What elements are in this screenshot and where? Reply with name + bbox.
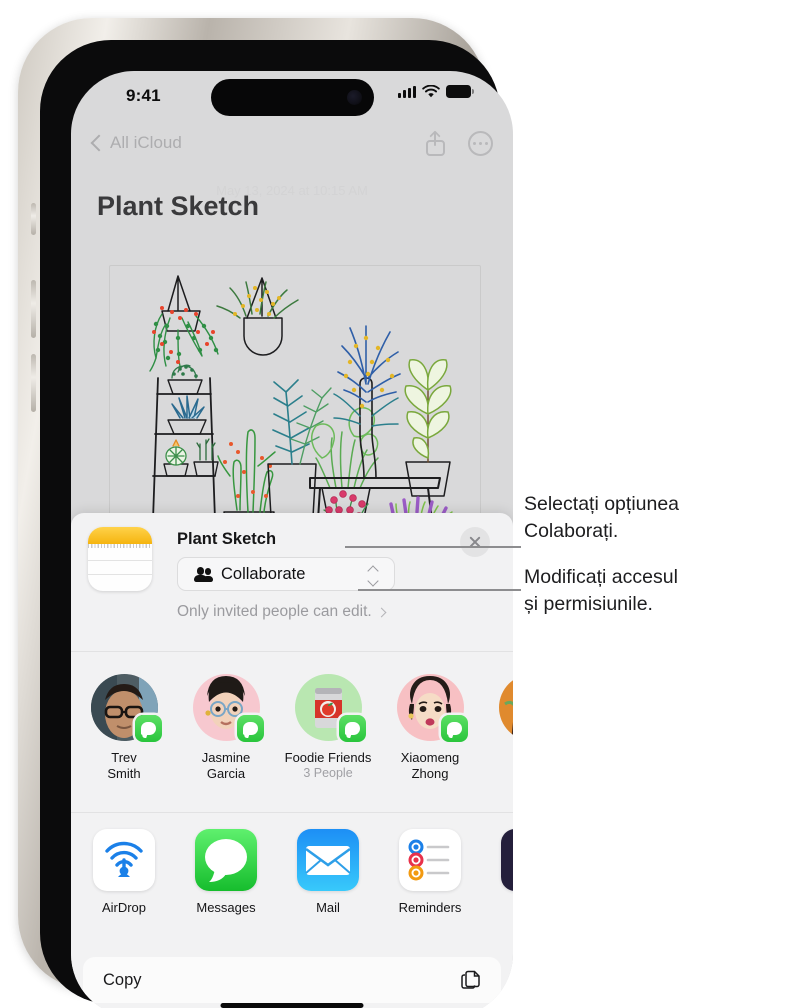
app-label: Mail: [316, 900, 340, 915]
battery-icon: [446, 85, 475, 98]
front-camera-icon: [347, 90, 362, 105]
callout-line-1: Selectați opțiunea: [524, 493, 680, 515]
avatar: [396, 674, 468, 742]
phone-frame: 9:41 All iCloud May 13, 2024 at 10:15 AM…: [18, 18, 513, 1008]
callout-line-2: și permisiunile.: [524, 593, 653, 615]
share-apps-row[interactable]: AirDrop Messages Mail Reminders: [71, 813, 513, 941]
messages-badge-icon: [338, 715, 366, 742]
contact-subtitle: 3 People: [303, 765, 353, 780]
share-target-journal[interactable]: J: [481, 829, 513, 915]
chevron-left-icon: [90, 134, 108, 152]
share-sheet-title: Plant Sketch: [177, 530, 277, 548]
contact-name-line1: Xiaomeng: [400, 750, 460, 765]
app-label: AirDrop: [101, 900, 147, 915]
app-label: Reminders: [398, 900, 462, 915]
home-indicator[interactable]: [220, 1002, 364, 1008]
callout-collaborate: Selectați opțiunea Colaborați.: [524, 491, 784, 545]
copy-action-row[interactable]: Copy: [83, 957, 501, 1003]
avatar: [192, 674, 264, 742]
messages-badge-icon: [440, 715, 468, 742]
status-bar-time: 9:41: [126, 86, 161, 105]
callout-line-2: Colaborați.: [524, 520, 619, 542]
volume-down-button[interactable]: [31, 354, 36, 412]
chevron-up-down-icon: [368, 566, 379, 584]
contact-name-line2: Smith: [107, 765, 141, 781]
permissions-label: Only invited people can edit.: [177, 603, 372, 620]
share-sheet-header: Plant Sketch Collaborate Only invited pe…: [71, 513, 513, 651]
people-icon: [192, 567, 213, 582]
chevron-right-icon: [376, 607, 387, 617]
share-target-messages[interactable]: Messages: [175, 829, 277, 915]
contact-name-line1: Foodie Friends: [284, 750, 372, 765]
app-label: Messages: [196, 900, 256, 915]
mail-icon: [297, 829, 359, 891]
collaborate-dropdown[interactable]: Collaborate: [177, 557, 395, 591]
messages-badge-icon: [236, 715, 264, 742]
messages-icon: [195, 829, 257, 891]
copy-label: Copy: [103, 970, 142, 989]
volume-up-button[interactable]: [31, 280, 36, 338]
contacts-row[interactable]: Trev Smith Jasmine Garcia Foodie Friends…: [71, 652, 513, 812]
journal-icon: [501, 829, 513, 891]
airdrop-icon: [93, 829, 155, 891]
dynamic-island: [211, 79, 374, 116]
messages-badge-icon: [134, 715, 162, 742]
contact-name-line2: Zhong: [411, 765, 449, 781]
permissions-button[interactable]: Only invited people can edit.: [177, 603, 387, 621]
note-nav-actions: [426, 130, 493, 156]
collaborate-label: Collaborate: [221, 564, 306, 583]
contact-suggestion[interactable]: Trev Smith: [73, 674, 175, 781]
callout-leader-line: [358, 589, 521, 591]
share-target-airdrop[interactable]: AirDrop: [73, 829, 175, 915]
contact-suggestion[interactable]: Jasmine Garcia: [175, 674, 277, 781]
phone-screen: 9:41 All iCloud May 13, 2024 at 10:15 AM…: [71, 71, 513, 1008]
callout-permissions: Modificați accesul și permisiunile.: [524, 564, 786, 618]
status-bar: 9:41: [71, 71, 513, 125]
phone-bezel: 9:41 All iCloud May 13, 2024 at 10:15 AM…: [40, 40, 513, 1008]
silent-switch[interactable]: [31, 203, 36, 235]
app-label: J: [481, 900, 513, 915]
back-button-label: All iCloud: [110, 133, 182, 152]
plant-sketch-attachment[interactable]: [109, 265, 481, 555]
status-bar-indicators: [397, 85, 475, 98]
share-icon[interactable]: [426, 130, 445, 156]
screenshot-stage: 9:41 All iCloud May 13, 2024 at 10:15 AM…: [0, 0, 790, 1008]
notes-app-icon: [88, 527, 152, 591]
contact-name-line1: Jasmine: [201, 750, 251, 765]
copy-icon: [459, 968, 483, 992]
cellular-bars-icon: [397, 85, 416, 98]
callout-leader-line: [345, 546, 521, 548]
reminders-icon: [399, 829, 461, 891]
share-sheet: Plant Sketch Collaborate Only invited pe…: [71, 513, 513, 1008]
wifi-icon: [422, 85, 440, 98]
contact-name-line1: C: [481, 750, 513, 766]
note-title: Plant Sketch: [97, 191, 260, 221]
contact-suggestion[interactable]: Xiaomeng Zhong: [379, 674, 481, 781]
share-target-mail[interactable]: Mail: [277, 829, 379, 915]
note-navigation-bar: All iCloud: [71, 125, 513, 171]
contact-suggestion[interactable]: Foodie Friends 3 People: [277, 674, 379, 781]
back-to-all-icloud-button[interactable]: All iCloud: [90, 133, 182, 153]
avatar: [90, 674, 162, 742]
more-circle-icon[interactable]: [468, 131, 493, 156]
contact-name-line2: E: [481, 766, 513, 782]
share-target-reminders[interactable]: Reminders: [379, 829, 481, 915]
contact-suggestion[interactable]: C E: [481, 674, 513, 781]
avatar: [498, 674, 513, 741]
contact-name-line2: Garcia: [206, 765, 246, 781]
contact-name-line1: Trev: [111, 750, 137, 765]
callout-line-1: Modificați accesul: [524, 566, 678, 588]
avatar: [294, 674, 366, 742]
close-icon[interactable]: [460, 527, 490, 557]
